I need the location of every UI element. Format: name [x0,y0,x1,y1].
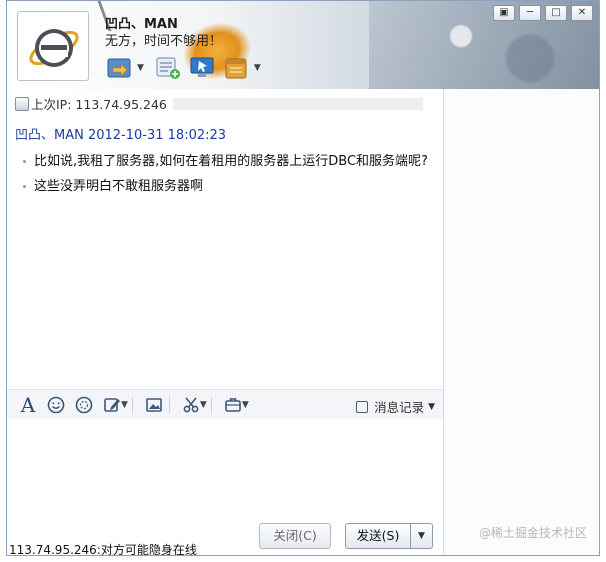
send-button[interactable]: 发送(S) [345,523,411,549]
message-item: 比如说,我租了服务器,如何在着租用的服务器上运行DBC和服务端呢? [23,150,428,169]
close-button[interactable]: 关闭(C) [259,523,331,549]
message-history-button[interactable]: 消息记录 ▼ [356,397,435,416]
chat-toolbar: ▼ ▼ [105,53,271,83]
send-options-dropdown-icon[interactable]: ▼ [411,523,433,549]
window-controls: ▣ ─ □ ✕ [493,5,593,21]
edit-toolbar: A ▼ ▼ ▼ 消息记录 ▼ [7,389,443,420]
remote-assist-icon [190,57,214,77]
bullet-icon [23,185,26,188]
remote-assist-button[interactable] [188,55,216,81]
doodle-dropdown-icon[interactable]: ▼ [121,400,128,410]
emoji-icon[interactable] [45,394,67,416]
toolbar-divider [168,397,170,413]
toolbar-divider [131,397,133,413]
scissors-icon [183,397,199,413]
sticker-icon [75,396,93,414]
info-icon [15,96,29,111]
picture-icon [146,398,162,412]
last-ip-text: 上次IP: 113.74.95.246 [31,97,167,112]
connection-status: 113.74.95.246:对方可能隐身在线 [9,543,197,556]
font-icon[interactable]: A [17,393,39,417]
bullet-icon [23,160,26,163]
watermark: @稀土掘金技术社区 [478,526,587,540]
maximize-button[interactable]: □ [545,5,567,21]
transfer-file-icon [107,58,131,78]
chat-header: 凹凸、MAN 无方，时间不够用！ ▼ ▼ ▣ ─ □ ✕ [7,1,599,89]
contact-status-message: 无方，时间不够用！ [105,34,223,49]
bottom-bar: 113.74.95.246:对方可能隐身在线 关闭(C) 发送(S) ▼ [7,519,443,556]
message-text: 比如说,我租了服务器,如何在着租用的服务器上运行DBC和服务端呢? [34,154,428,169]
app-box-icon [225,58,247,79]
message-item: 这些没弄明白不敢租服务器啊 [23,175,203,194]
toolbox-icon[interactable] [222,394,244,416]
close-window-button[interactable]: ✕ [571,5,593,21]
last-ip-line: 上次IP: 113.74.95.246 [15,94,423,113]
add-note-button[interactable] [154,55,182,81]
sender-line: 凹凸、MAN 2012-10-31 18:02:23 [15,128,227,143]
minimize-button[interactable]: ─ [519,5,541,21]
side-panel [443,89,599,555]
app-box-button[interactable] [222,55,250,81]
pencil-icon [104,398,120,412]
toolbox-dropdown-icon[interactable]: ▼ [242,400,249,410]
ie-logo-icon [29,29,79,67]
contact-avatar[interactable] [17,11,89,81]
history-label: 消息记录 [374,400,425,415]
chat-window: 凹凸、MAN 无方，时间不够用！ ▼ ▼ ▣ ─ □ ✕ 上次IP: 113.7… [6,0,600,556]
message-history[interactable]: 上次IP: 113.74.95.246 凹凸、MAN 2012-10-31 18… [7,89,443,389]
message-text: 这些没弄明白不敢租服务器啊 [34,179,204,194]
transfer-file-button[interactable] [105,55,133,81]
send-image-icon[interactable] [143,394,165,416]
transfer-file-dropdown-icon[interactable]: ▼ [137,63,144,73]
redacted-area [172,97,423,110]
toolbar-divider [210,397,212,413]
app-box-dropdown-icon[interactable]: ▼ [254,63,261,73]
screenshot-dropdown-icon[interactable]: ▼ [200,400,207,410]
magic-emoji-icon[interactable] [73,394,95,416]
doodle-icon[interactable] [101,394,123,416]
message-input[interactable] [7,419,443,519]
screenshot-icon[interactable] [180,394,202,416]
history-dropdown-icon: ▼ [428,401,435,412]
history-icon [356,400,369,413]
window-menu-button[interactable]: ▣ [493,5,515,21]
add-note-icon [156,57,180,79]
briefcase-icon [225,398,241,412]
smiley-icon [47,396,65,414]
